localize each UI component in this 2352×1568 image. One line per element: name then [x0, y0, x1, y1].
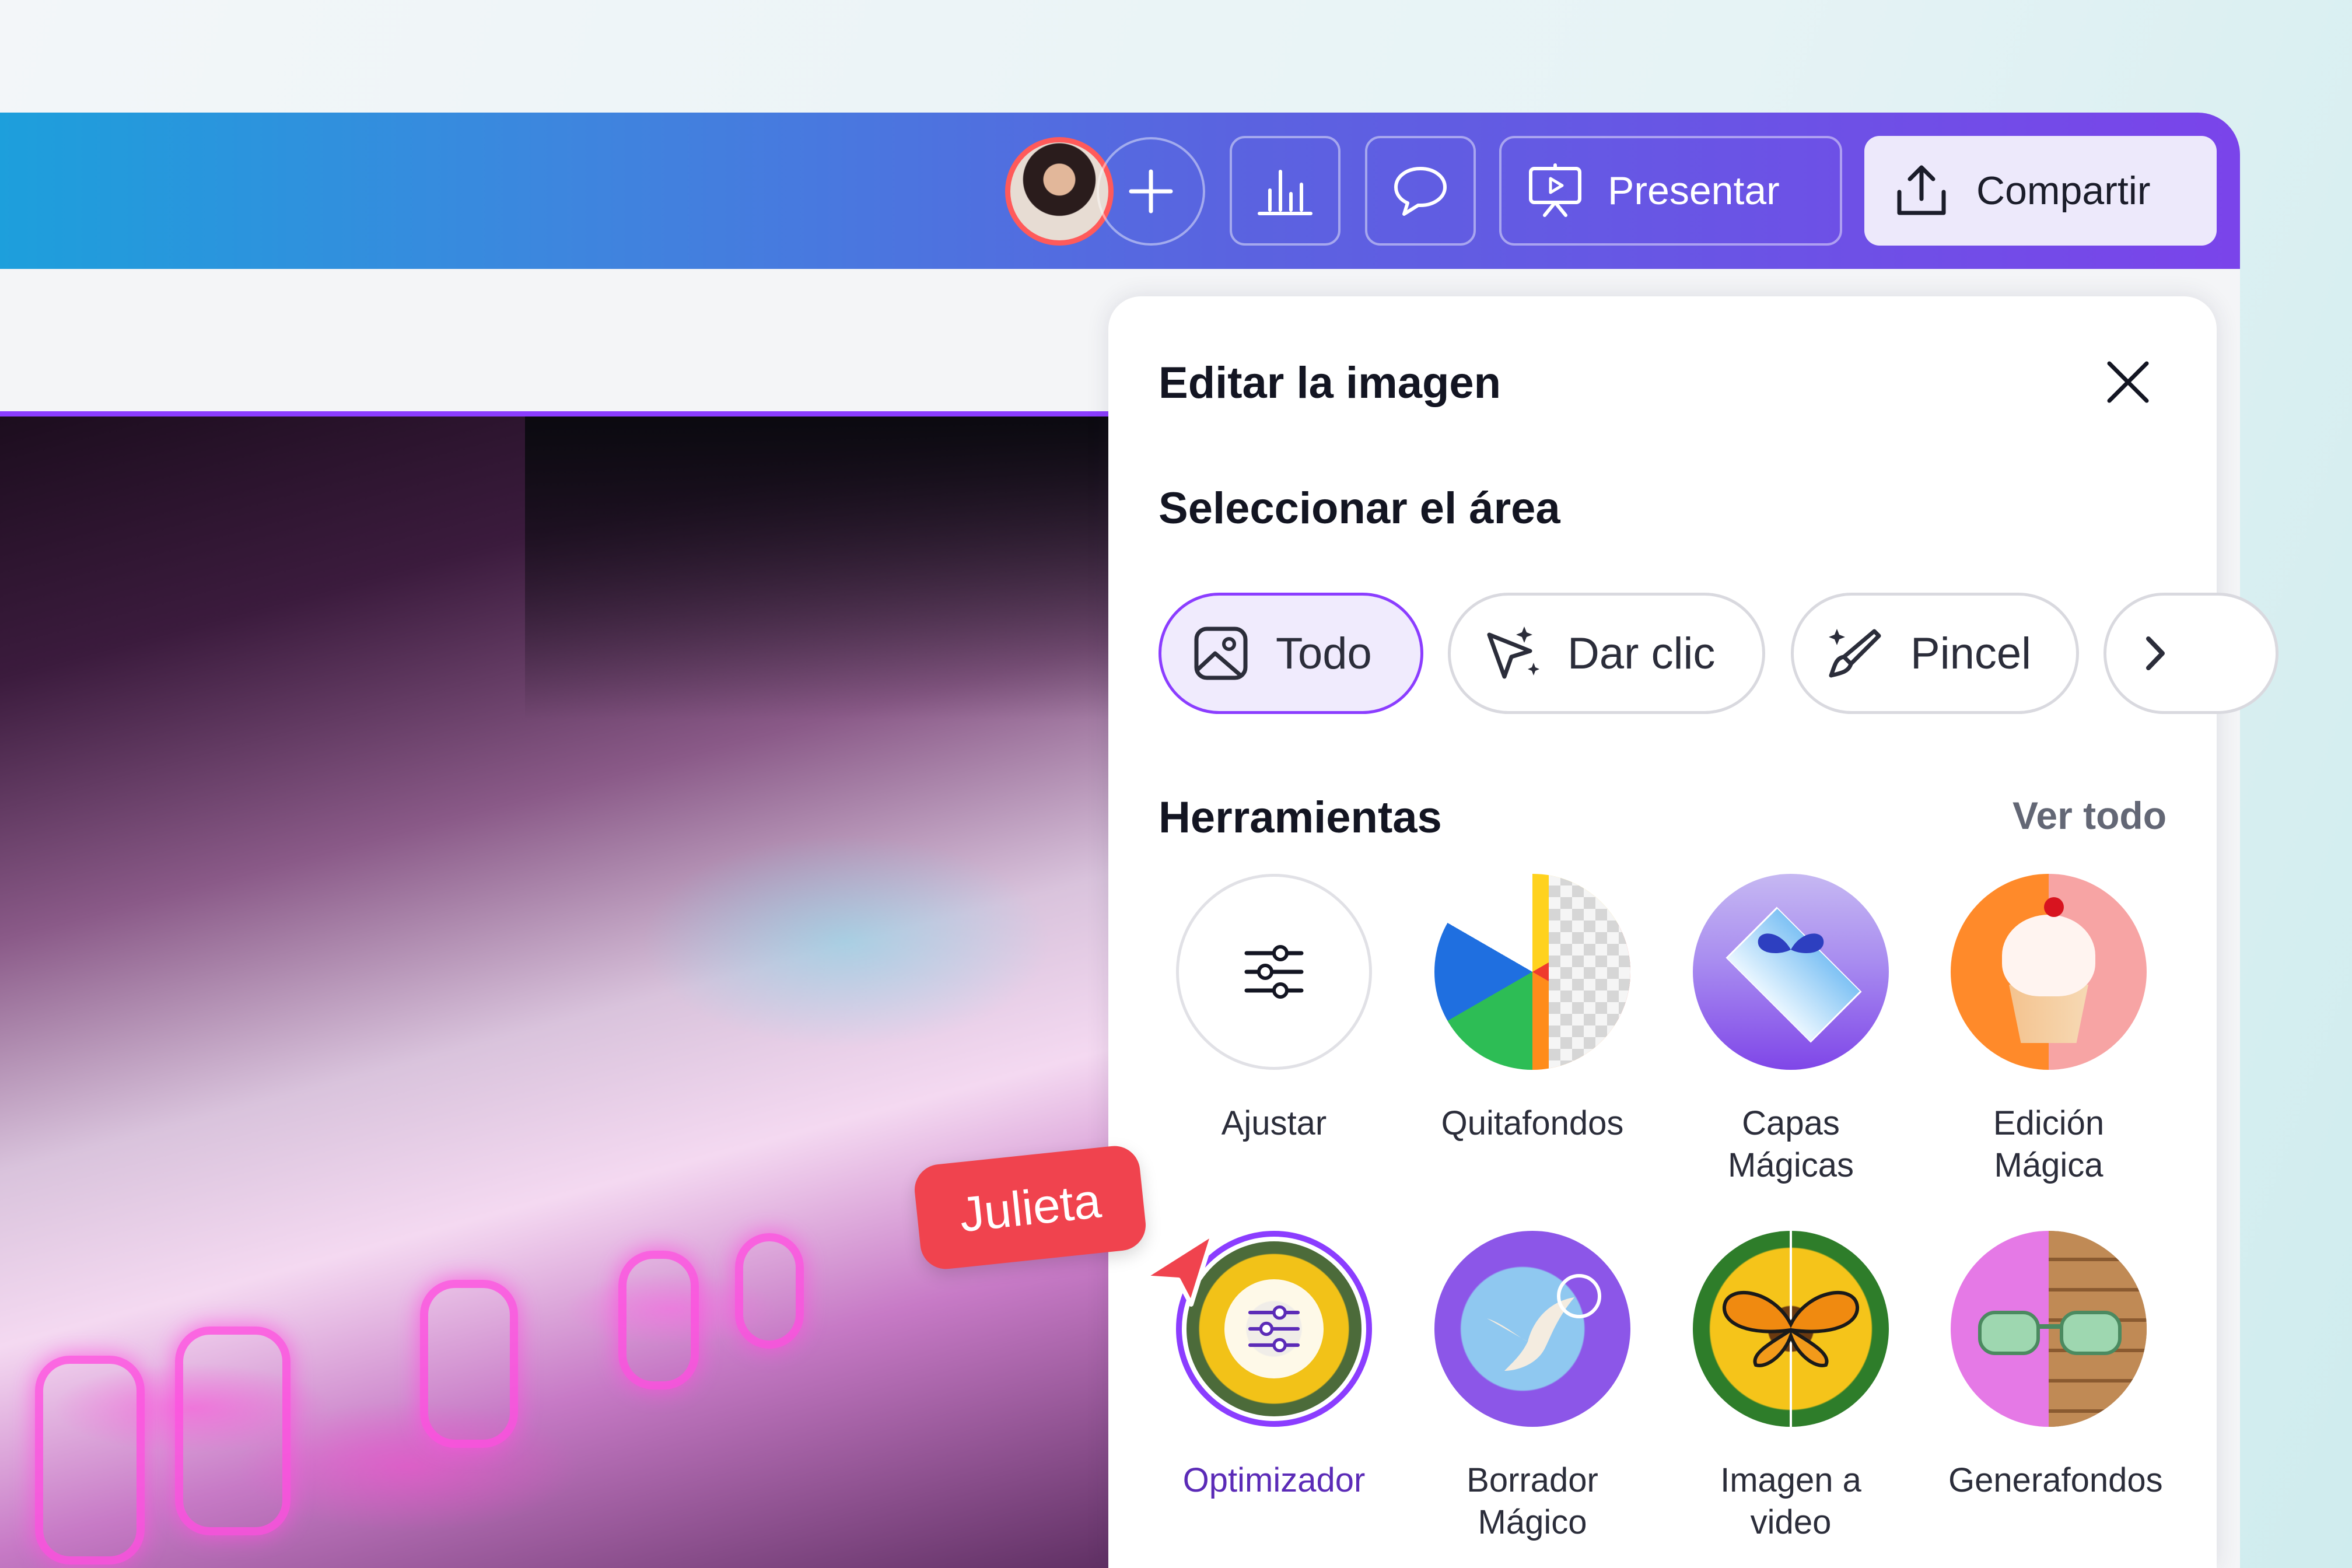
- bar-chart-icon: [1258, 170, 1312, 215]
- sliders-icon: [1244, 945, 1304, 999]
- present-button[interactable]: Presentar: [1499, 136, 1842, 246]
- tool-thumb: [1176, 874, 1372, 1070]
- top-bar: Presentar Compartir: [0, 113, 2240, 269]
- tool-label: Generafondos: [1948, 1461, 2163, 1499]
- collaborator-cursor-icon: [1141, 1231, 1216, 1307]
- magic-brush-icon: [1829, 629, 1881, 678]
- presentation-icon: [1529, 163, 1581, 217]
- sunglasses-icon: [1978, 1311, 2122, 1355]
- edit-image-panel: Editar la imagen Seleccionar el área Tod…: [1108, 296, 2278, 1568]
- monarch-butterfly-icon: [1722, 1291, 1860, 1367]
- eraser-cursor: [1557, 1274, 1601, 1318]
- select-area-heading: Seleccionar el área: [1158, 484, 1560, 533]
- share-label: Compartir: [1976, 169, 2151, 213]
- transparency-checker: [1549, 874, 1630, 1070]
- neon-light: [618, 1251, 699, 1390]
- tool-thumb: [1951, 1231, 2147, 1427]
- tool-label: Quitafondos: [1441, 1104, 1624, 1142]
- share-button[interactable]: Compartir: [1864, 136, 2217, 246]
- insights-button[interactable]: [1230, 136, 1340, 246]
- comments-button[interactable]: [1365, 136, 1476, 246]
- close-button[interactable]: [2102, 356, 2154, 408]
- cherry: [2044, 897, 2064, 917]
- tool-image-to-video[interactable]: Imagen a video: [1690, 1231, 1891, 1544]
- tool-magic-eraser[interactable]: Borrador Mágico: [1432, 1231, 1633, 1544]
- click-select-chip[interactable]: Dar clic: [1448, 593, 1765, 714]
- brush-select-chip[interactable]: Pincel: [1791, 593, 2079, 714]
- cupcake-frosting: [2002, 915, 2095, 996]
- tool-thumb: [1693, 1231, 1889, 1427]
- close-icon: [2107, 361, 2149, 403]
- tool-adjust[interactable]: Ajustar: [1174, 874, 1374, 1144]
- upload-icon: [1897, 165, 1946, 215]
- butterfly-icon: [1758, 933, 1824, 953]
- see-all-link[interactable]: Ver todo: [2013, 793, 2166, 838]
- comment-icon: [1394, 167, 1447, 216]
- add-collaborator-button[interactable]: [1097, 137, 1205, 246]
- sliders-icon: [1248, 1305, 1300, 1353]
- magic-pointer-icon: [1487, 626, 1539, 679]
- chip-label: Todo: [1276, 628, 1372, 678]
- tool-magic-edit[interactable]: Edición Mágica: [1948, 874, 2149, 1186]
- tool-thumb: [1434, 1231, 1630, 1427]
- select-all-chip[interactable]: Todo: [1158, 593, 1423, 714]
- tool-background-generator[interactable]: Generafondos: [1948, 1231, 2163, 1502]
- tool-background-remover[interactable]: Quitafondos: [1432, 874, 1633, 1144]
- tool-thumb: [1951, 874, 2147, 1070]
- chip-label: Dar clic: [1567, 628, 1716, 678]
- tool-label: Ajustar: [1221, 1104, 1327, 1142]
- chip-label: Pincel: [1910, 628, 2031, 678]
- tool-thumb: [1693, 874, 1889, 1070]
- tool-label: Capas Mágicas: [1728, 1104, 1854, 1184]
- more-modes-button[interactable]: [2104, 593, 2278, 714]
- canvas-photo[interactable]: [0, 411, 1108, 1568]
- neon-light: [175, 1326, 290, 1535]
- present-label: Presentar: [1608, 169, 1780, 213]
- tool-label: Imagen a video: [1720, 1461, 1861, 1541]
- plus-icon: [1129, 169, 1173, 214]
- image-icon: [1194, 626, 1248, 680]
- panel-title: Editar la imagen: [1158, 358, 1502, 408]
- neon-light: [420, 1280, 518, 1448]
- neon-light: [35, 1356, 145, 1564]
- chevron-right-icon: [2146, 636, 2165, 670]
- enhance-badge: [1224, 1279, 1324, 1378]
- tools-heading: Herramientas: [1158, 793, 1442, 842]
- tool-label: Edición Mágica: [1993, 1104, 2105, 1184]
- neon-light: [735, 1233, 804, 1349]
- photo-ceiling: [525, 416, 1108, 720]
- tool-magic-layers[interactable]: Capas Mágicas: [1690, 874, 1891, 1186]
- tool-label: Optimizador: [1182, 1461, 1366, 1499]
- tool-label: Borrador Mágico: [1466, 1461, 1598, 1541]
- tool-thumb: [1434, 874, 1630, 1070]
